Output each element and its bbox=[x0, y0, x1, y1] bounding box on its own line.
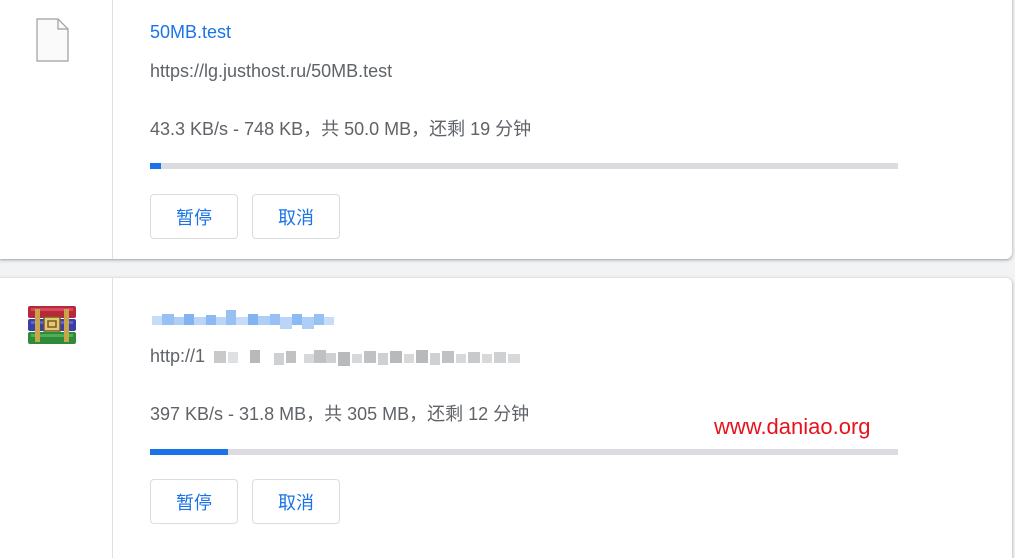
icon-column bbox=[0, 0, 113, 259]
progress-fill bbox=[150, 449, 228, 455]
pause-button[interactable]: 暂停 bbox=[150, 194, 238, 239]
cancel-button[interactable]: 取消 bbox=[252, 479, 340, 524]
obscured-url bbox=[214, 346, 524, 370]
download-status: 397 KB/s - 31.8 MB，共 305 MB，还剩 12 分钟 bbox=[150, 404, 530, 424]
file-url: http://1 bbox=[150, 346, 205, 367]
pause-button[interactable]: 暂停 bbox=[150, 479, 238, 524]
pixelated-mask bbox=[214, 350, 520, 366]
watermark-text: www.daniao.org bbox=[714, 414, 871, 439]
file-url: https://lg.justhost.ru/50MB.test bbox=[150, 61, 393, 81]
download-status: 43.3 KB/s - 748 KB，共 50.0 MB，还剩 19 分钟 bbox=[150, 119, 532, 139]
blank-file-icon bbox=[36, 18, 69, 62]
file-name-link[interactable]: 50MB.test bbox=[150, 22, 231, 43]
pixelated-mask bbox=[152, 310, 334, 329]
cancel-button[interactable]: 取消 bbox=[252, 194, 340, 239]
file-url-visible: http://1 bbox=[150, 346, 206, 366]
icon-column bbox=[0, 278, 113, 558]
progress-bar bbox=[150, 163, 898, 169]
obscured-file-name[interactable] bbox=[152, 308, 336, 332]
winrar-archive-icon bbox=[28, 306, 76, 344]
download-item: 50MB.test https://lg.justhost.ru/50MB.te… bbox=[0, 0, 1012, 259]
progress-fill bbox=[150, 163, 162, 169]
progress-bar bbox=[150, 449, 898, 455]
